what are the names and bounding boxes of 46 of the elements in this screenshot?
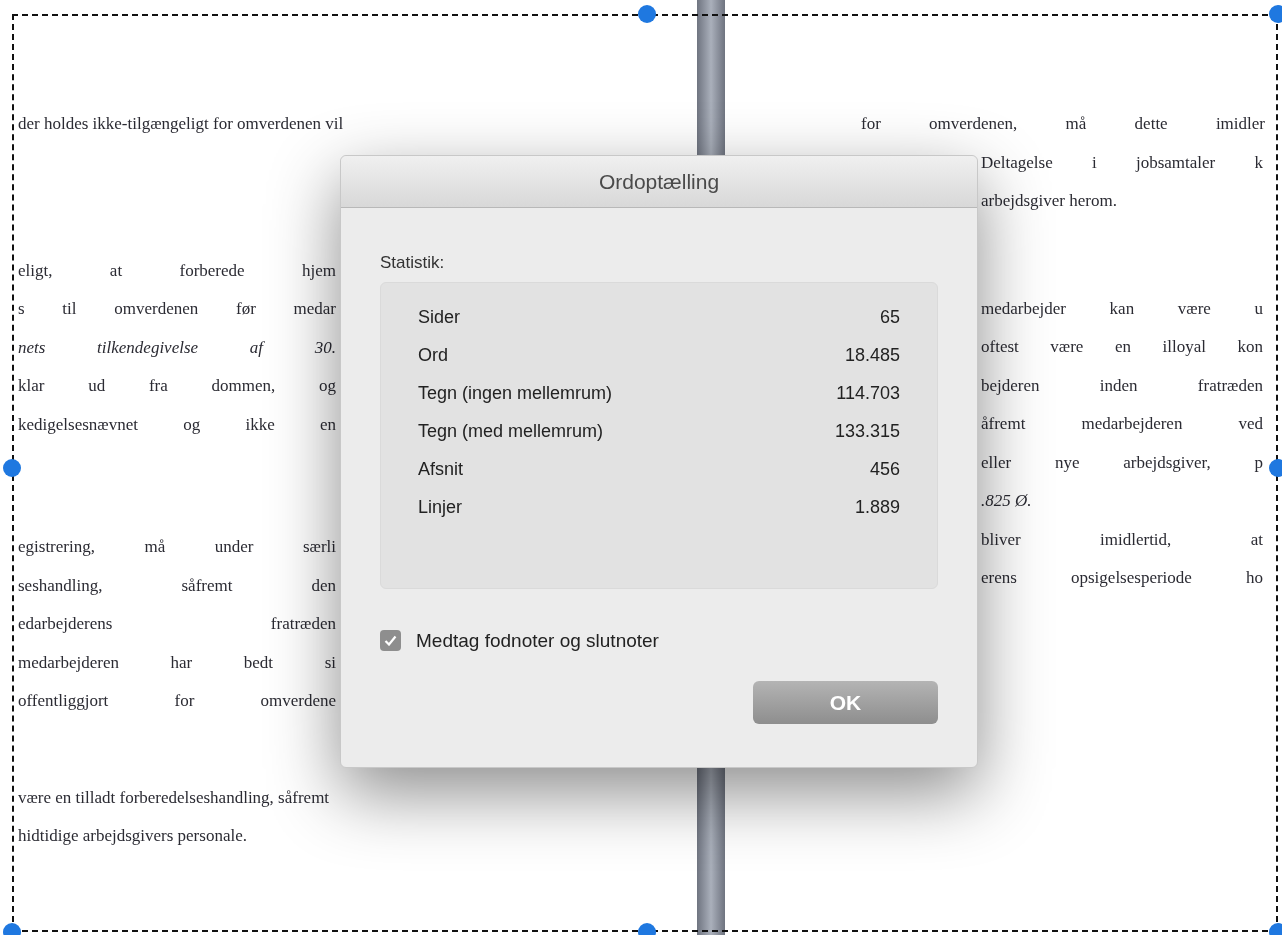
selection-handle[interactable] — [3, 459, 21, 477]
text-line: hidtidige arbejdsgivers personale. — [18, 825, 247, 847]
text-line: erens opsigelsesperiode ho — [981, 567, 1263, 589]
selection-handle[interactable] — [638, 5, 656, 23]
selection-handle[interactable] — [1269, 5, 1282, 23]
stat-value: 133.315 — [834, 420, 900, 443]
section-label: Statistik: — [380, 252, 445, 274]
text-line: offentliggjort for omverdene — [18, 690, 336, 712]
checkmark-icon — [384, 635, 397, 647]
text-line: bejderen inden fratræden — [981, 374, 1263, 397]
dialog-title: Ordoptælling — [598, 168, 720, 195]
text-line: egistrering, må under særli — [18, 536, 336, 558]
stat-value: 65 — [879, 306, 900, 329]
stat-value: 18.485 — [844, 344, 900, 367]
ok-button[interactable]: OK — [753, 681, 938, 724]
text-line: medarbejder kan være u — [981, 297, 1263, 320]
text-line: åfremt medarbejderen ved — [981, 413, 1263, 435]
text-line: klar ud fra dommen, og — [18, 375, 336, 397]
text-line: .825 Ø. — [981, 490, 1033, 512]
stat-value: 456 — [869, 458, 900, 481]
text-line: eller nye arbejdsgiver, p — [981, 451, 1263, 474]
stat-label: Sider — [418, 306, 461, 329]
stat-label: Afsnit — [418, 458, 464, 481]
text-line: være en tilladt forberedelseshandling, såfremt — [18, 786, 330, 809]
text-line: for omverdenen, må dette imidler — [861, 113, 1265, 135]
selection-handle[interactable] — [1269, 459, 1282, 477]
stat-label: Tegn (ingen mellemrum) — [418, 382, 613, 405]
stat-label: Ord — [418, 344, 448, 367]
text-line: medarbejderen har bedt si — [18, 651, 336, 674]
checkbox-label: Medtag fodnoter og slutnoter — [416, 628, 659, 653]
stat-label: Tegn (med mellemrum) — [418, 420, 604, 443]
text-line: oftest være en illoyal kon — [981, 336, 1263, 358]
text-line: nets tilkendegivelse af 30. — [18, 336, 336, 359]
stat-value: 1.889 — [854, 496, 900, 519]
text-line: der holdes ikke-tilgængeligt for omverdenen vil — [18, 113, 344, 135]
checkbox[interactable] — [380, 630, 401, 652]
text-line: Deltagelse i jobsamtaler k — [981, 151, 1263, 174]
text-line: bliver imidlertid, at — [981, 528, 1263, 551]
text-line: seshandling, såfremt den — [18, 574, 336, 597]
stat-label: Linjer — [418, 496, 463, 519]
stat-value: 114.703 — [836, 382, 900, 405]
text-line: kedigelsesnævnet og ikke en — [18, 413, 336, 436]
text-line: arbejdsgiver herom. — [981, 190, 1118, 212]
text-line: s til omverdenen før medar — [18, 298, 336, 320]
text-line: eligt, at forberede hjem — [18, 259, 336, 282]
text-line: edarbejderens fratræden — [18, 613, 336, 635]
